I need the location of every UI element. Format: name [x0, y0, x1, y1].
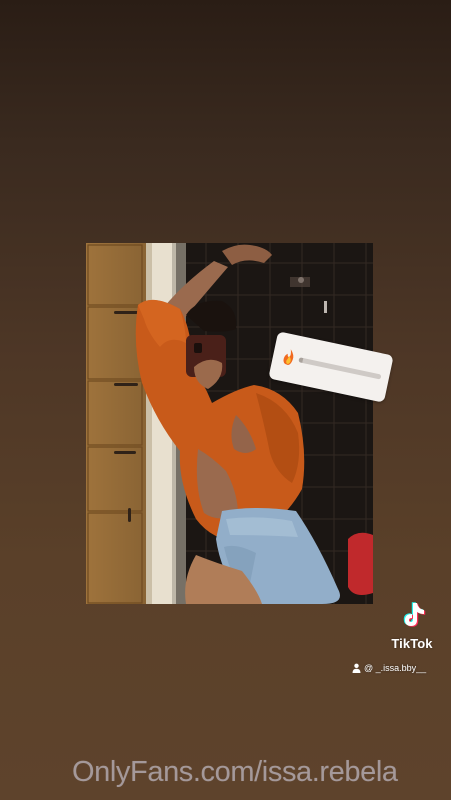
story-photo: [86, 243, 373, 604]
tiktok-logo: TikTok: [391, 600, 435, 658]
mirror-selfie-image: [86, 243, 373, 604]
slider-fill: [298, 357, 304, 363]
tiktok-username: @ _.issa.bby__: [352, 661, 426, 675]
tiktok-note-icon: [403, 602, 426, 627]
story-screen[interactable]: TikTok @ _.issa.bby__ OnlyFans.com/issa.…: [0, 0, 451, 800]
slider-track[interactable]: [298, 357, 382, 380]
tiktok-handle-text: @ _.issa.bby__: [364, 663, 427, 673]
user-icon: [352, 663, 361, 673]
onlyfans-watermark: OnlyFans.com/issa.rebela: [72, 756, 398, 788]
tiktok-wordmark: TikTok: [391, 636, 433, 651]
fire-emoji-icon: [283, 349, 294, 365]
